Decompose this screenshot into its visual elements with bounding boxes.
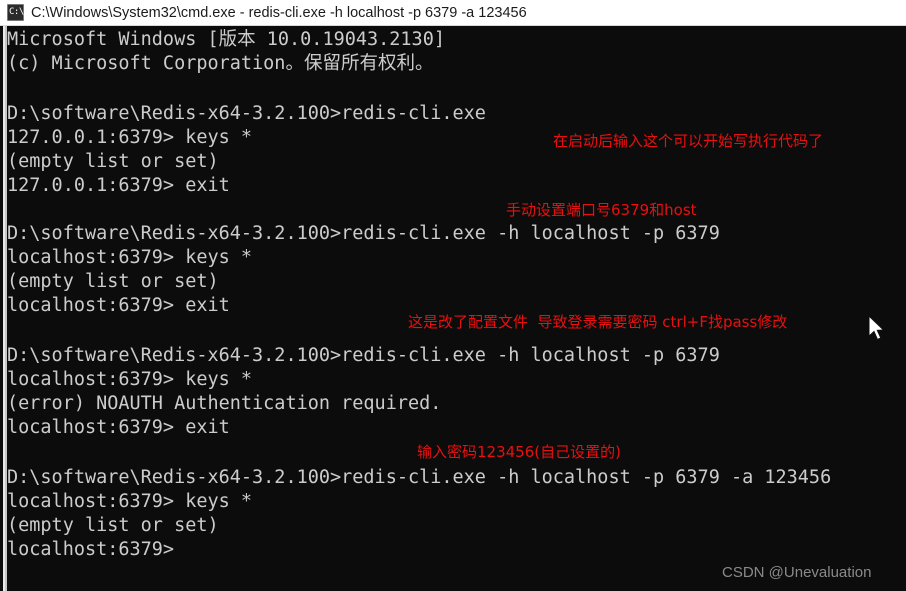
console-line: (empty list or set) [7, 151, 219, 172]
console-line: localhost:6379> exit [7, 417, 230, 438]
console-line: (error) NOAUTH Authentication required. [7, 393, 442, 414]
console-line: D:\software\Redis-x64-3.2.100>redis-cli.… [7, 345, 720, 366]
console-line: localhost:6379> keys * [7, 491, 253, 512]
title-bar[interactable]: C:\_ C:\Windows\System32\cmd.exe - redis… [0, 0, 906, 26]
console-line: D:\software\Redis-x64-3.2.100>redis-cli.… [7, 223, 720, 244]
annotation-note: 输入密码123456(自己设置的) [417, 443, 621, 461]
console-line: D:\software\Redis-x64-3.2.100>redis-cli.… [7, 467, 832, 488]
cmd-icon-glyph: C:\_ [9, 7, 29, 17]
console-line: (empty list or set) [7, 271, 219, 292]
annotation-note: 这是改了配置文件 导致登录需要密码 ctrl+F找pass修改 [408, 313, 788, 331]
console-line: localhost:6379> [7, 539, 175, 560]
window-title: C:\Windows\System32\cmd.exe - redis-cli.… [31, 4, 527, 21]
scrollbar-thumb[interactable] [3, 26, 5, 591]
console-line: D:\software\Redis-x64-3.2.100>redis-cli.… [7, 103, 486, 124]
console-output-area[interactable]: Microsoft Windows [版本 10.0.19043.2130] (c… [0, 26, 906, 591]
console-line: localhost:6379> keys * [7, 369, 253, 390]
console-line: (c) Microsoft Corporation。保留所有权利。 [7, 53, 434, 74]
annotation-note: 在启动后输入这个可以开始写执行代码了 [553, 132, 824, 150]
console-line: 127.0.0.1:6379> keys * [7, 127, 253, 148]
annotation-note: 手动设置端口号6379和host [506, 201, 697, 219]
console-line: (empty list or set) [7, 515, 219, 536]
cmd-console-icon[interactable]: C:\_ [7, 4, 29, 21]
cmd-window: C:\_ C:\Windows\System32\cmd.exe - redis… [0, 0, 906, 591]
console-line: localhost:6379> keys * [7, 247, 253, 268]
console-line: 127.0.0.1:6379> exit [7, 175, 230, 196]
mouse-pointer-icon [868, 314, 887, 347]
csdn-watermark: CSDN @Unevaluation [722, 564, 872, 581]
left-scrollbar-strip[interactable] [0, 26, 7, 591]
console-line: Microsoft Windows [版本 10.0.19043.2130] [7, 29, 445, 50]
console-line: localhost:6379> exit [7, 295, 230, 316]
